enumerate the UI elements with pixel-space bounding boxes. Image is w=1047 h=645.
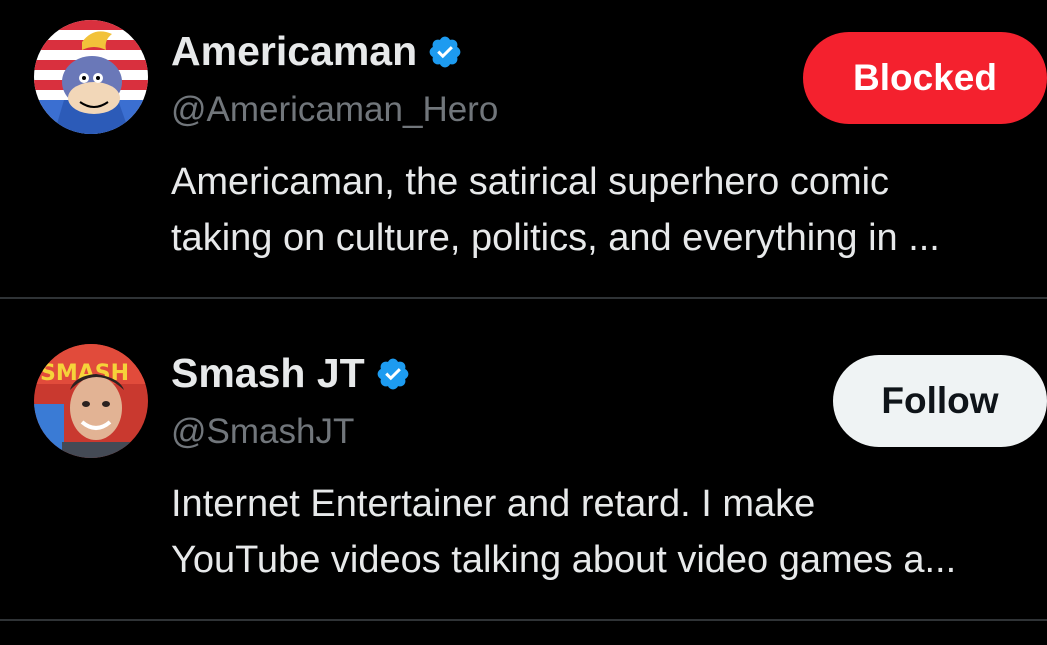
follow-button[interactable]: Follow (833, 355, 1047, 447)
user-name[interactable]: Smash JT (171, 350, 365, 397)
user-handle: @SmashJT (171, 412, 355, 451)
user-name-row[interactable]: Americaman (171, 28, 463, 75)
blocked-button[interactable]: Blocked (803, 32, 1047, 124)
bio-line: Americaman, the satirical superhero comi… (171, 161, 890, 203)
user-bio: Americaman, the satirical superhero comi… (171, 154, 1041, 266)
user-name[interactable]: Americaman (171, 28, 417, 75)
avatar[interactable]: SMASH (34, 344, 148, 458)
verified-badge-icon (429, 36, 461, 67)
avatar[interactable] (34, 20, 148, 134)
user-name-row[interactable]: Smash JT (171, 350, 411, 397)
user-list: Americaman @Americaman_Hero Blocked Amer… (0, 0, 1047, 645)
user-handle: @Americaman_Hero (171, 90, 499, 129)
bio-line: Internet Entertainer and retard. I make (171, 483, 816, 525)
user-cell[interactable]: SMASH Smash JT @SmashJT Follow Internet … (0, 300, 1047, 620)
divider (0, 619, 1047, 621)
bio-line: taking on culture, politics, and everyth… (171, 217, 940, 259)
verified-badge-icon (377, 358, 409, 389)
user-cell[interactable]: Americaman @Americaman_Hero Blocked Amer… (0, 0, 1047, 298)
divider (0, 297, 1047, 299)
user-bio: Internet Entertainer and retard. I make … (171, 476, 1041, 588)
bio-line: YouTube videos talking about video games… (171, 539, 957, 581)
